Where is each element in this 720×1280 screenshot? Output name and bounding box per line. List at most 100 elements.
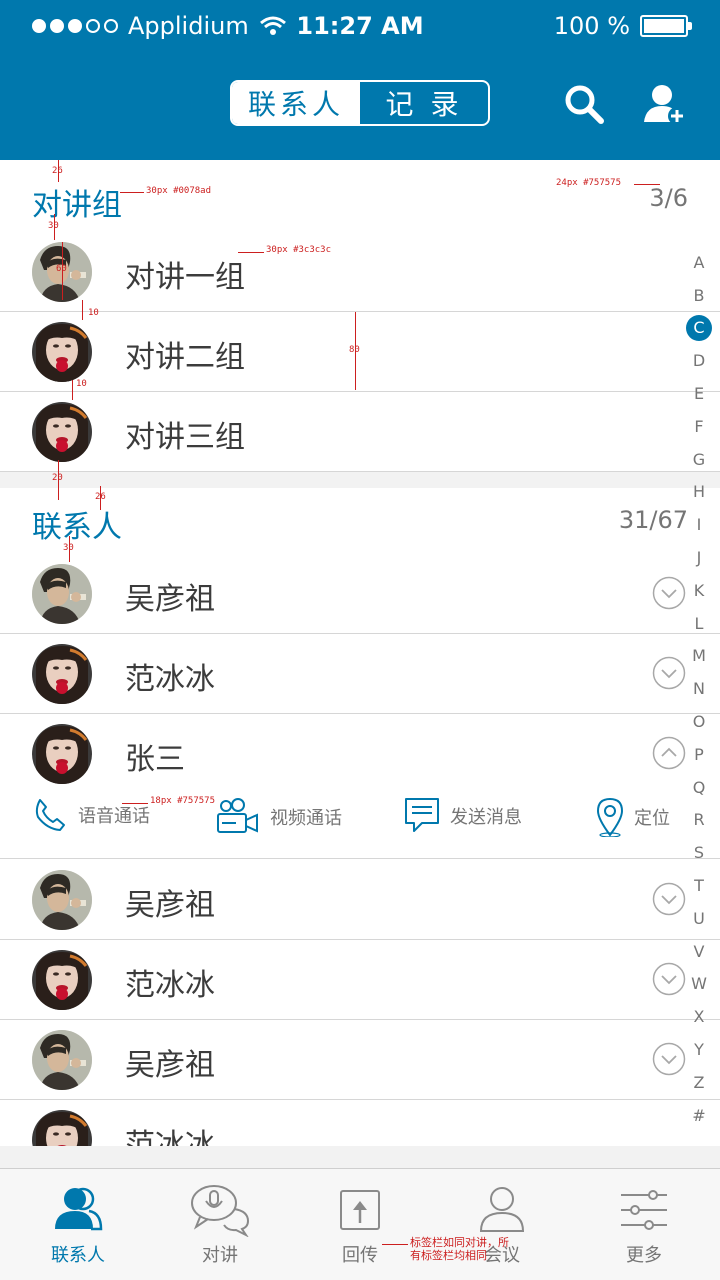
alphabet-index[interactable]: A B C D E F G H I J K L M N O P Q R S T U V W X Y Z # <box>686 246 712 1132</box>
index-letter-label: Z <box>693 1072 705 1092</box>
avatar <box>32 950 92 1010</box>
annotation-dimension: 80 <box>349 345 360 355</box>
index-letter[interactable]: A <box>686 246 712 279</box>
index-letter-label: V <box>693 941 705 961</box>
tab-meeting[interactable]: 会议 <box>430 1169 574 1280</box>
annotation-dimension: 26 <box>95 492 106 502</box>
index-letter[interactable]: W <box>686 968 712 1001</box>
index-letter-label: L <box>694 613 704 633</box>
chevron-down-icon[interactable] <box>652 962 686 996</box>
index-letter[interactable]: N <box>686 672 712 705</box>
video-camera-icon <box>217 798 258 833</box>
chevron-down-icon[interactable] <box>652 1042 686 1076</box>
index-letter[interactable]: Q <box>686 771 712 804</box>
index-letter-label: D <box>692 351 706 371</box>
index-letter[interactable]: C <box>686 312 712 345</box>
index-letter[interactable]: D <box>686 344 712 377</box>
index-letter[interactable]: J <box>686 541 712 574</box>
index-letter-label: X <box>693 1007 705 1027</box>
index-letter[interactable]: X <box>686 1000 712 1033</box>
search-icon[interactable] <box>562 82 606 126</box>
send-message-button[interactable]: 发送消息 <box>404 797 522 835</box>
annotation-dimension: 10 <box>76 379 87 389</box>
index-letter-label: B <box>693 285 705 305</box>
index-letter[interactable]: Y <box>686 1033 712 1066</box>
list-bottom-band <box>0 1146 720 1168</box>
group-row[interactable]: 对讲一组 <box>0 232 720 312</box>
index-letter[interactable]: F <box>686 410 712 443</box>
add-user-icon[interactable] <box>642 82 686 126</box>
index-letter[interactable]: V <box>686 935 712 968</box>
avatar <box>32 1030 92 1090</box>
index-letter-label: I <box>696 515 702 535</box>
status-bar: Applidium 11:27 AM 100 % <box>0 0 720 52</box>
index-letter[interactable]: I <box>686 508 712 541</box>
contact-name: 吴彦祖 <box>125 1048 215 1083</box>
message-icon <box>405 798 439 832</box>
annotation-line <box>72 380 73 400</box>
contact-row-expanded[interactable]: 张三 <box>0 714 720 794</box>
location-pin-icon <box>596 797 624 837</box>
tab-contacts-bottom[interactable]: 联系人 <box>6 1169 150 1280</box>
tab-upload[interactable]: 回传 <box>288 1169 432 1280</box>
contact-row[interactable]: 范冰冰 <box>0 940 720 1020</box>
annotation-count-spec: 24px #757575 <box>556 178 622 188</box>
contact-row[interactable]: 范冰冰 <box>0 634 720 714</box>
user-icon <box>479 1187 525 1232</box>
index-letter[interactable]: T <box>686 869 712 902</box>
index-letter-label: S <box>693 843 705 863</box>
index-letter[interactable]: O <box>686 705 712 738</box>
section-title-groups: 对讲组 <box>32 188 122 223</box>
index-letter[interactable]: B <box>686 279 712 312</box>
index-letter[interactable]: S <box>686 836 712 869</box>
annotation-name-spec: 30px #3c3c3c <box>266 245 332 255</box>
contacts-icon <box>55 1187 103 1231</box>
group-row[interactable]: 对讲二组 <box>0 312 720 392</box>
index-letter-label: K <box>693 580 705 600</box>
annotation-line <box>120 192 144 193</box>
index-letter-label: T <box>694 876 704 896</box>
annotation-line <box>382 1244 408 1245</box>
chevron-down-icon[interactable] <box>652 882 686 916</box>
battery-status: 100 % <box>554 12 692 40</box>
tab-contacts[interactable]: 联系人 <box>232 82 360 124</box>
index-letter[interactable]: Z <box>686 1066 712 1099</box>
contact-name: 吴彦祖 <box>125 888 215 923</box>
annotation-dimension: 30 <box>48 221 59 231</box>
index-letter[interactable]: # <box>686 1099 712 1132</box>
tab-more[interactable]: 更多 <box>572 1169 716 1280</box>
contact-row[interactable]: 吴彦祖 <box>0 860 720 940</box>
annotation-line <box>634 184 660 185</box>
tab-label: 更多 <box>626 1245 662 1266</box>
contact-name: 吴彦祖 <box>125 582 215 617</box>
index-letter-label: U <box>693 908 705 928</box>
index-letter[interactable]: L <box>686 607 712 640</box>
upload-icon <box>340 1190 380 1230</box>
contact-row[interactable]: 吴彦祖 <box>0 554 720 634</box>
index-letter[interactable]: E <box>686 377 712 410</box>
chevron-down-icon[interactable] <box>652 656 686 690</box>
settings-sliders-icon <box>621 1190 667 1230</box>
contact-name: 范冰冰 <box>125 968 215 1003</box>
location-button[interactable]: 定位 <box>596 797 670 837</box>
contact-row[interactable]: 吴彦祖 <box>0 1020 720 1100</box>
tab-records[interactable]: 记 录 <box>360 82 488 124</box>
index-letter-label: H <box>692 482 706 502</box>
annotation-line <box>82 300 83 320</box>
chevron-up-icon[interactable] <box>652 736 686 770</box>
index-letter-label: A <box>693 252 705 272</box>
index-letter-label: M <box>692 646 706 666</box>
group-row[interactable]: 对讲三组 <box>0 392 720 472</box>
index-letter[interactable]: M <box>686 640 712 673</box>
video-call-button[interactable]: 视频通话 <box>216 797 342 837</box>
chevron-down-icon[interactable] <box>652 576 686 610</box>
tab-intercom[interactable]: 对讲 <box>148 1169 292 1280</box>
index-letter[interactable]: R <box>686 804 712 837</box>
index-letter[interactable]: K <box>686 574 712 607</box>
index-letter[interactable]: G <box>686 443 712 476</box>
index-letter[interactable]: H <box>686 476 712 509</box>
index-letter[interactable]: P <box>686 738 712 771</box>
action-label: 视频通话 <box>270 808 342 829</box>
index-letter-label: J <box>696 548 702 568</box>
index-letter[interactable]: U <box>686 902 712 935</box>
